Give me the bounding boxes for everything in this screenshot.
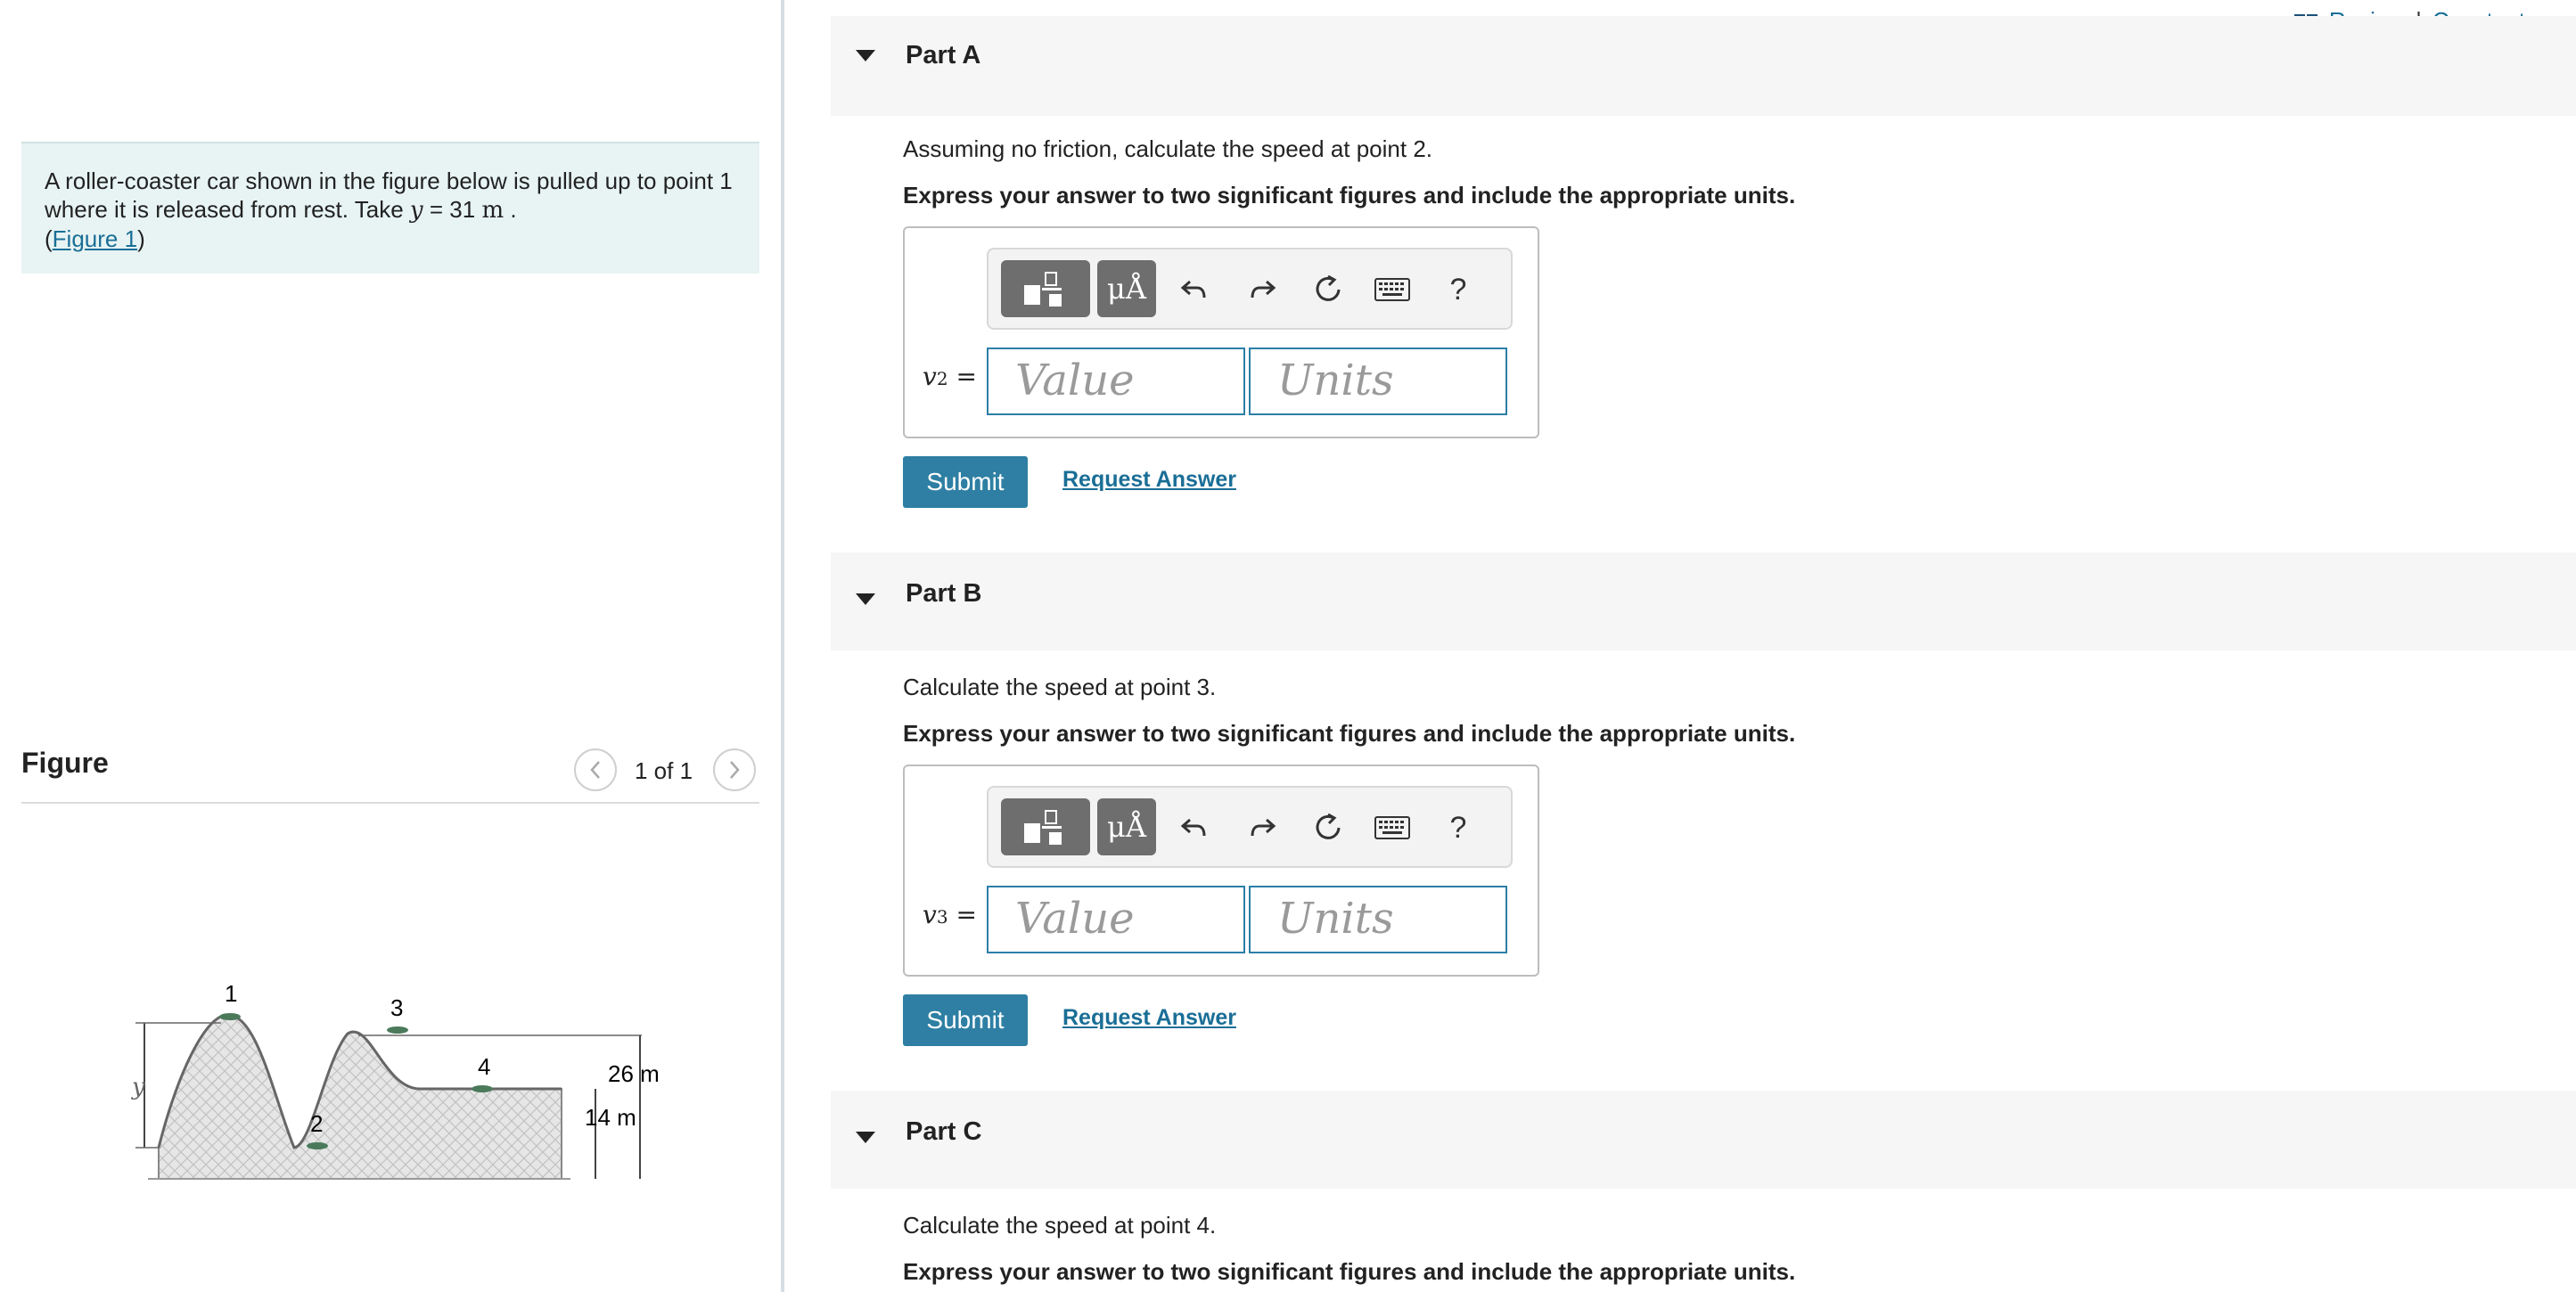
part-a-request-answer-link[interactable]: Request Answer	[1062, 467, 1236, 493]
reset-icon	[1316, 813, 1341, 839]
subscript-3: 3	[936, 906, 948, 928]
undo-icon	[1180, 280, 1206, 298]
v2-label: v2 =	[923, 362, 977, 391]
problem-text-line-2: where it is released from rest. Take y =…	[45, 195, 736, 225]
label-y: y	[131, 1074, 145, 1100]
part-a-header[interactable]: Part A	[831, 16, 2576, 116]
var-v: v	[923, 900, 937, 929]
part-b-instruction: Express your answer to two significant f…	[903, 720, 1796, 747]
collapse-triangle-icon[interactable]	[856, 50, 875, 61]
label-point-3: 3	[390, 994, 403, 1021]
help-button[interactable]: ?	[1436, 804, 1481, 852]
label-point-2: 2	[310, 1110, 323, 1137]
value-input[interactable]: Value	[987, 886, 1245, 953]
y-value: 31	[449, 196, 476, 223]
units-input[interactable]: Units	[1249, 886, 1507, 953]
keyboard-button[interactable]	[1370, 266, 1415, 314]
part-b-request-answer-link[interactable]: Request Answer	[1062, 1005, 1236, 1031]
equals-sign: =	[429, 196, 444, 223]
part-b-question: Calculate the speed at point 3.	[903, 674, 1217, 700]
part-c-question: Calculate the speed at point 4.	[903, 1212, 1217, 1239]
car-point-2	[307, 1142, 328, 1149]
pane-divider[interactable]	[781, 0, 784, 1292]
figure-title: Figure	[21, 747, 109, 779]
templates-icon	[1024, 810, 1062, 845]
templates-icon	[1024, 272, 1062, 307]
y-unit: m	[481, 197, 505, 224]
track-ground	[158, 1014, 562, 1180]
part-c-instruction: Express your answer to two significant f…	[903, 1258, 1796, 1285]
keyboard-icon	[1374, 816, 1410, 839]
car-point-4	[472, 1085, 493, 1092]
paren-close: )	[137, 225, 145, 252]
redo-button[interactable]	[1240, 804, 1284, 852]
units-input[interactable]: Units	[1249, 348, 1507, 415]
reset-icon	[1316, 274, 1341, 301]
chevron-right-icon	[730, 761, 740, 779]
undo-button[interactable]	[1172, 804, 1217, 852]
label-point-1: 1	[225, 980, 237, 1007]
figure-header: Figure 1 of 1	[21, 740, 759, 804]
car-point-3	[387, 1026, 408, 1034]
math-toolbar: μÅ ?	[987, 248, 1513, 330]
undo-icon	[1180, 818, 1206, 837]
roller-coaster-figure: 1 2 3 4 y 26 m 14 m	[125, 971, 677, 1194]
help-icon: ?	[1449, 810, 1467, 845]
next-figure-button[interactable]	[713, 748, 756, 791]
part-a-answer-box: μÅ ? v2 = Value Units	[903, 226, 1539, 438]
units-icon: μÅ	[1107, 810, 1146, 844]
redo-button[interactable]	[1240, 266, 1284, 314]
var-v: v	[923, 362, 937, 391]
period: .	[510, 196, 517, 223]
part-c-label: Part C	[906, 1117, 982, 1146]
undo-button[interactable]	[1172, 266, 1217, 314]
problem-text-take: where it is released from rest. Take	[45, 196, 404, 223]
units-button[interactable]: μÅ	[1097, 260, 1156, 317]
part-a-question: Assuming no friction, calculate the spee…	[903, 135, 1433, 162]
templates-button[interactable]	[1001, 798, 1090, 855]
value-input[interactable]: Value	[987, 348, 1245, 415]
figure-reference: (Figure 1)	[45, 225, 736, 253]
figure-1-link[interactable]: Figure 1	[53, 225, 137, 252]
part-b-submit-button[interactable]: Submit	[903, 994, 1028, 1046]
reset-button[interactable]	[1306, 804, 1350, 852]
problem-text-line-1: A roller-coaster car shown in the figure…	[45, 168, 733, 194]
part-a-submit-button[interactable]: Submit	[903, 456, 1028, 508]
keyboard-button[interactable]	[1370, 804, 1415, 852]
part-a-instruction: Express your answer to two significant f…	[903, 182, 1796, 209]
previous-figure-button[interactable]	[574, 748, 617, 791]
help-icon: ?	[1449, 272, 1467, 307]
redo-icon	[1251, 818, 1276, 837]
part-b-header[interactable]: Part B	[831, 552, 2576, 650]
part-b-label: Part B	[906, 579, 982, 608]
figure-pager: 1 of 1	[635, 757, 693, 784]
math-toolbar: μÅ ?	[987, 786, 1513, 868]
collapse-triangle-icon[interactable]	[856, 1132, 875, 1143]
problem-statement: A roller-coaster car shown in the figure…	[21, 142, 759, 274]
paren-open: (	[45, 225, 53, 252]
left-pane: A roller-coaster car shown in the figure…	[0, 0, 781, 1292]
var-y: y	[409, 197, 423, 224]
part-a-label: Part A	[906, 41, 981, 70]
units-button[interactable]: μÅ	[1097, 798, 1156, 855]
collapse-triangle-icon[interactable]	[856, 593, 875, 605]
label-26m: 26 m	[608, 1060, 660, 1087]
redo-icon	[1251, 280, 1276, 298]
v3-label: v3 =	[923, 900, 977, 929]
units-icon: μÅ	[1107, 272, 1146, 306]
templates-button[interactable]	[1001, 260, 1090, 317]
part-b-answer-box: μÅ ? v3 = Value Units	[903, 765, 1539, 977]
part-c-header[interactable]: Part C	[831, 1091, 2576, 1189]
subscript-2: 2	[936, 368, 948, 389]
car-point-1	[219, 1013, 241, 1020]
label-point-4: 4	[478, 1053, 490, 1080]
chevron-left-icon	[590, 761, 600, 779]
reset-button[interactable]	[1306, 266, 1350, 314]
label-14m: 14 m	[585, 1104, 636, 1131]
help-button[interactable]: ?	[1436, 266, 1481, 314]
roller-coaster-diagram: 1 2 3 4 y 26 m 14 m	[131, 980, 660, 1180]
keyboard-icon	[1374, 278, 1410, 301]
